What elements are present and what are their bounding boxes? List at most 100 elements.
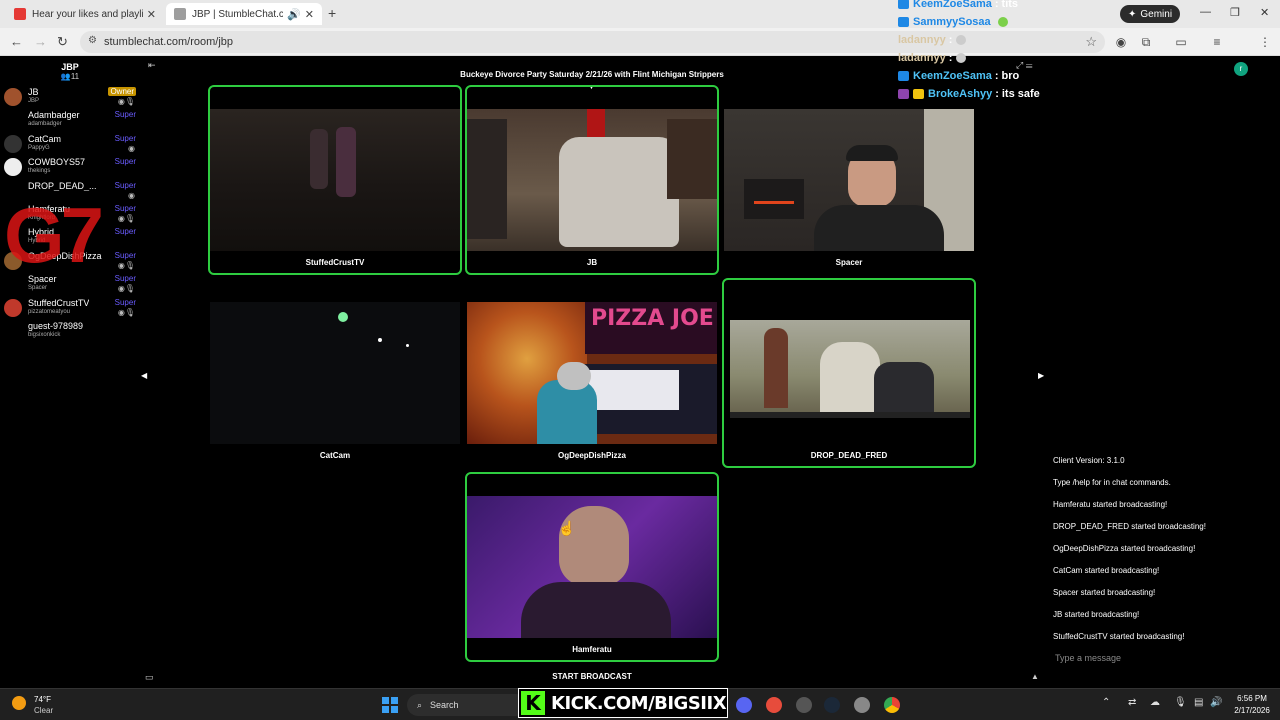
video-tile-ogdeepdishpizza[interactable]: PIZZA JOE OgDeepDishPizza bbox=[465, 278, 719, 468]
minimize-icon[interactable]: — bbox=[1200, 6, 1211, 18]
tab-stumblechat[interactable]: JBP | StumbleChat.com 🔊 ✕ bbox=[166, 3, 322, 25]
media-icon[interactable]: ≡ bbox=[1210, 35, 1224, 49]
clock-date: 2/17/2026 bbox=[1234, 706, 1270, 715]
video-tile-hamferatu[interactable]: Hamferatu bbox=[465, 472, 719, 662]
badge-icon bbox=[913, 89, 924, 99]
user-list-panel: JBP 👥11 JB JBP Owner ◉🎙 Adambadger adambadge… bbox=[0, 58, 140, 688]
expand-up-icon[interactable]: ▲ bbox=[1031, 672, 1039, 681]
network-icon[interactable]: ▤ bbox=[1194, 697, 1203, 708]
microphone-icon[interactable]: 🎙 bbox=[1174, 697, 1187, 708]
chat-line: Hamferatu started broadcasting! bbox=[1053, 500, 1168, 509]
kebab-menu-icon[interactable]: ⋮ bbox=[1258, 35, 1272, 49]
video-feed bbox=[467, 496, 717, 638]
forward-icon[interactable]: → bbox=[34, 34, 47, 49]
video-tile-stuffedcrusttv[interactable]: StuffedCrustTV bbox=[208, 85, 462, 275]
user-name: Hamferatu bbox=[28, 203, 71, 214]
arrow-right-icon[interactable]: ▶ bbox=[1038, 371, 1044, 380]
app-icon[interactable] bbox=[796, 697, 812, 713]
user-sub: Hybrid bbox=[28, 238, 46, 245]
video-tile-drop-dead-fred[interactable]: DROP_DEAD_FRED bbox=[722, 278, 976, 468]
cam-mic-icon: ◉🎙 bbox=[117, 97, 135, 106]
badge-icon bbox=[898, 89, 909, 99]
chat-line: StuffedCrustTV started broadcasting! bbox=[1053, 632, 1185, 641]
tab-title: Hear your likes and playlists, and... bbox=[32, 8, 143, 20]
tab-youtube-music[interactable]: Hear your likes and playlists, and... ✕ bbox=[6, 3, 164, 25]
user-row[interactable]: Hamferatu Knightlord Super ◉🎙 bbox=[0, 202, 140, 225]
cam-icon: ◉ bbox=[128, 190, 135, 200]
kick-banner-overlay: K KICK.COM/BIGSIIX bbox=[518, 688, 728, 718]
discord-icon[interactable] bbox=[736, 697, 752, 713]
overlay-user: ladannyy bbox=[898, 34, 946, 46]
emote-icon bbox=[956, 53, 967, 63]
role-badge: Super bbox=[114, 297, 136, 307]
user-row[interactable]: StuffedCrustTV pizzatomeatyou Super ◉🎙 bbox=[0, 296, 140, 319]
user-name: OgDeepDishPizza bbox=[28, 250, 102, 261]
user-row[interactable]: COWBOYS57 thekings Super bbox=[0, 155, 140, 178]
cam-mic-icon: ◉🎙 bbox=[117, 213, 135, 223]
tab-search-icon[interactable]: ▭ bbox=[1174, 35, 1188, 49]
video-tile-catcam[interactable]: CatCam bbox=[208, 278, 462, 468]
overlay-user: SammyySosaa bbox=[913, 16, 991, 28]
chrome-icon[interactable] bbox=[884, 697, 900, 713]
video-tile-jb[interactable]: JB bbox=[465, 85, 719, 275]
user-row[interactable]: Hybrid Hybrid Super bbox=[0, 225, 140, 248]
weather-widget[interactable]: 74°F Clear bbox=[12, 694, 72, 716]
tray-chevron-icon[interactable]: ⌃ bbox=[1102, 697, 1110, 708]
message-input[interactable]: Type a message bbox=[1045, 648, 1195, 668]
user-row[interactable]: Spacer Spacer Super ◉🎙 bbox=[0, 272, 140, 295]
url-text: stumblechat.com/room/jbp bbox=[104, 36, 233, 48]
windows-start-icon[interactable] bbox=[382, 697, 398, 713]
tray-cloud-icon[interactable]: ☁ bbox=[1150, 697, 1160, 708]
role-badge: Super bbox=[114, 157, 136, 167]
audio-icon[interactable]: 🔊 bbox=[287, 8, 301, 21]
video-feed bbox=[467, 109, 717, 251]
pizza-joe-overlay-text: PIZZA JOE bbox=[591, 306, 714, 331]
video-tile-spacer[interactable]: Spacer bbox=[722, 85, 976, 275]
user-sub: thekings bbox=[28, 168, 51, 175]
restore-icon[interactable]: ❐ bbox=[1230, 6, 1240, 19]
chat-line: OgDeepDishPizza started broadcasting! bbox=[1053, 544, 1196, 553]
user-name: Hybrid bbox=[28, 227, 55, 238]
app-icon[interactable] bbox=[766, 697, 782, 713]
badge-icon bbox=[898, 17, 909, 27]
overlay-stream-chat: KeemZoeSama: tits SammyySosaa ladannyy: … bbox=[898, 0, 1098, 103]
overlay-user: KeemZoeSama bbox=[913, 0, 992, 10]
role-badge: Super bbox=[114, 110, 136, 120]
emote-icon bbox=[997, 17, 1008, 27]
video-feed bbox=[210, 302, 460, 444]
chat-toggle-icon[interactable]: ▭ bbox=[145, 672, 154, 683]
role-badge: Super bbox=[114, 203, 136, 213]
close-window-icon[interactable]: ✕ bbox=[1260, 6, 1269, 19]
role-badge: Super bbox=[114, 274, 136, 284]
overlay-text: its safe bbox=[1001, 88, 1040, 100]
extension-icon[interactable]: ◉ bbox=[1114, 35, 1128, 49]
gemini-button[interactable]: ✦ Gemini bbox=[1120, 5, 1181, 23]
profile-avatar[interactable]: r bbox=[1234, 62, 1248, 76]
user-row[interactable]: DROP_DEAD_... Super ◉ bbox=[0, 179, 140, 202]
taskbar-search[interactable]: ⌕ Search bbox=[407, 694, 527, 716]
close-tab-icon[interactable]: ✕ bbox=[305, 8, 314, 21]
steam-icon[interactable] bbox=[824, 697, 840, 713]
role-badge: Super bbox=[114, 133, 136, 143]
arrow-left-icon[interactable]: ◀ bbox=[141, 371, 147, 380]
user-row[interactable]: OgDeepDishPizza Super ◉🎙 bbox=[0, 249, 140, 272]
cam-mic-icon: ◉🎙 bbox=[117, 284, 135, 294]
chat-line: DROP_DEAD_FRED started broadcasting! bbox=[1053, 522, 1206, 531]
user-row[interactable]: CatCam PappyG Super ◉ bbox=[0, 132, 140, 155]
puzzle-icon[interactable]: ⧉ bbox=[1139, 35, 1153, 49]
user-row[interactable]: guest-978989 bigsixonkick bbox=[0, 319, 140, 342]
user-row[interactable]: Adambadger adambadger Super bbox=[0, 108, 140, 131]
tray-app-icon[interactable]: ⇄ bbox=[1128, 697, 1136, 708]
user-name: CatCam bbox=[28, 133, 62, 144]
taskbar-clock[interactable]: 6:56 PM 2/17/2026 bbox=[1228, 693, 1276, 717]
close-tab-icon[interactable]: ✕ bbox=[147, 8, 156, 21]
video-feed: PIZZA JOE bbox=[467, 302, 717, 444]
user-row[interactable]: JB JBP Owner ◉🎙 bbox=[0, 85, 140, 108]
volume-icon[interactable]: 🔊 bbox=[1210, 697, 1222, 708]
settings-icon[interactable] bbox=[854, 697, 870, 713]
start-broadcast-button[interactable]: START BROADCAST bbox=[0, 672, 1184, 681]
site-info-icon[interactable]: ⚙ bbox=[88, 35, 97, 46]
back-icon[interactable]: ← bbox=[10, 34, 23, 49]
reload-icon[interactable]: ↻ bbox=[57, 34, 68, 50]
new-tab-button[interactable]: + bbox=[328, 5, 336, 21]
